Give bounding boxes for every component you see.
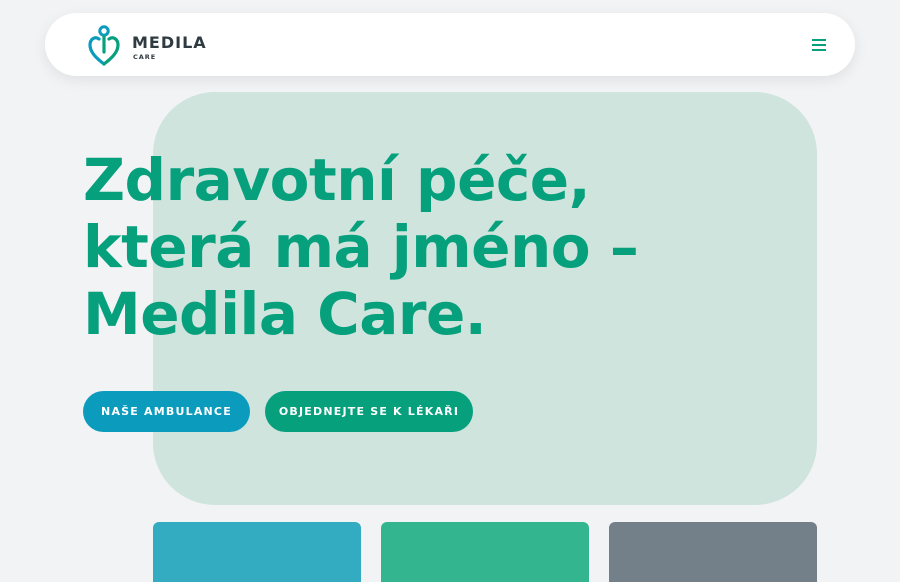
medila-care-logo[interactable]: MEDILA CARE (87, 25, 217, 66)
hero-title: Zdravotní péče, která má jméno – Medila … (83, 146, 639, 348)
hamburger-menu-icon[interactable] (811, 37, 827, 53)
our-ambulance-button[interactable]: NAŠE AMBULANCE (83, 391, 250, 432)
service-card-3[interactable] (609, 522, 817, 582)
logo-subtitle: CARE (133, 53, 157, 61)
service-card-2[interactable] (381, 522, 589, 582)
navbar: MEDILA CARE (45, 13, 855, 76)
book-appointment-button[interactable]: OBJEDNEJTE SE K LÉKAŘI (265, 391, 473, 432)
logo-name: MEDILA (132, 33, 207, 52)
medila-heart-logo-icon (88, 25, 120, 66)
service-card-1[interactable] (153, 522, 361, 582)
